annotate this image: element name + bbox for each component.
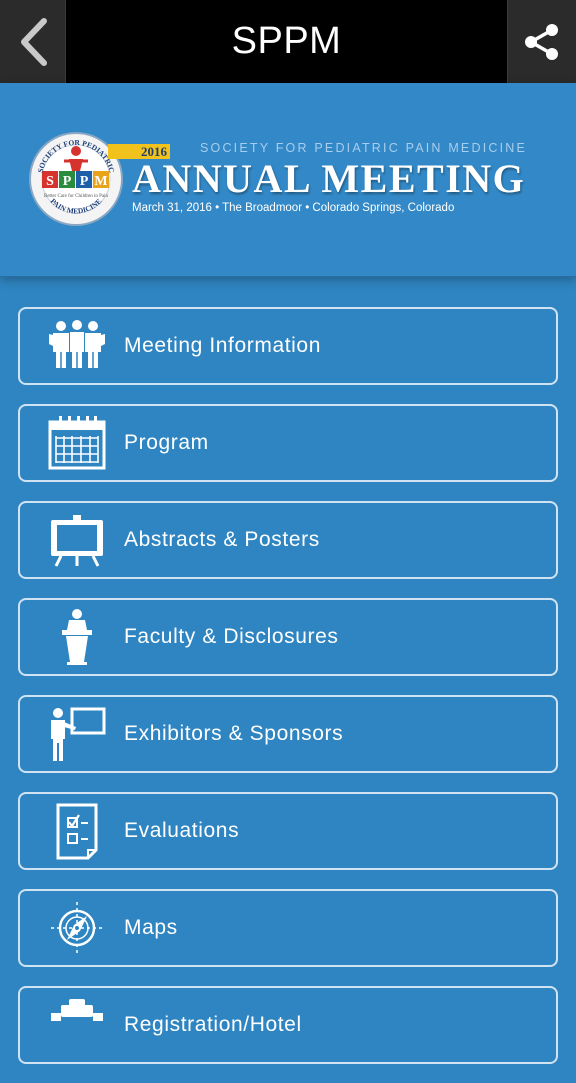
- menu-item-faculty-disclosures[interactable]: Faculty & Disclosures: [18, 598, 558, 676]
- share-button[interactable]: [507, 0, 576, 83]
- easel-icon: [46, 511, 108, 569]
- menu-item-label: Program: [124, 431, 209, 454]
- menu-item-label: Evaluations: [124, 819, 240, 842]
- menu-item-program[interactable]: Program: [18, 404, 558, 482]
- menu-item-label: Exhibitors & Sponsors: [124, 722, 344, 745]
- back-button[interactable]: [0, 0, 66, 83]
- meeting-banner: S P P M Better Care for Children in Pain…: [0, 83, 576, 277]
- menu-item-label: Abstracts & Posters: [124, 528, 320, 551]
- app-title: SPPM: [231, 20, 342, 62]
- presenter-board-icon: [46, 705, 108, 763]
- menu-item-meeting-information[interactable]: Meeting Information: [18, 307, 558, 385]
- society-name: SOCIETY FOR PEDIATRIC PAIN MEDICINE: [200, 141, 528, 155]
- menu-item-abstracts-posters[interactable]: Abstracts & Posters: [18, 501, 558, 579]
- svg-text:P: P: [63, 174, 72, 189]
- top-bar: SPPM: [0, 0, 576, 83]
- menu-item-label: Meeting Information: [124, 334, 321, 357]
- meeting-headline: ANNUAL MEETING: [132, 156, 526, 201]
- back-chevron-icon: [20, 17, 47, 66]
- svg-text:S: S: [46, 174, 54, 189]
- calendar-icon: [46, 414, 108, 472]
- checklist-icon: [46, 802, 108, 860]
- svg-text:M: M: [94, 174, 107, 189]
- main-menu: Meeting Information Program Abstracts & …: [18, 307, 558, 1083]
- share-icon: [525, 23, 558, 60]
- meeting-details: March 31, 2016 • The Broadmoor • Colorad…: [132, 202, 455, 214]
- menu-item-exhibitors-sponsors[interactable]: Exhibitors & Sponsors: [18, 695, 558, 773]
- podium-speaker-icon: [46, 608, 108, 666]
- menu-item-maps[interactable]: Maps: [18, 889, 558, 967]
- registration-icon: [46, 996, 108, 1054]
- menu-item-label: Registration/Hotel: [124, 1013, 302, 1036]
- menu-item-evaluations[interactable]: Evaluations: [18, 792, 558, 870]
- menu-item-label: Maps: [124, 916, 178, 939]
- people-group-icon: [46, 317, 108, 375]
- menu-item-label: Faculty & Disclosures: [124, 625, 339, 648]
- svg-text:P: P: [80, 174, 89, 189]
- compass-icon: [46, 899, 108, 957]
- menu-item-registration-hotel[interactable]: Registration/Hotel: [18, 986, 558, 1064]
